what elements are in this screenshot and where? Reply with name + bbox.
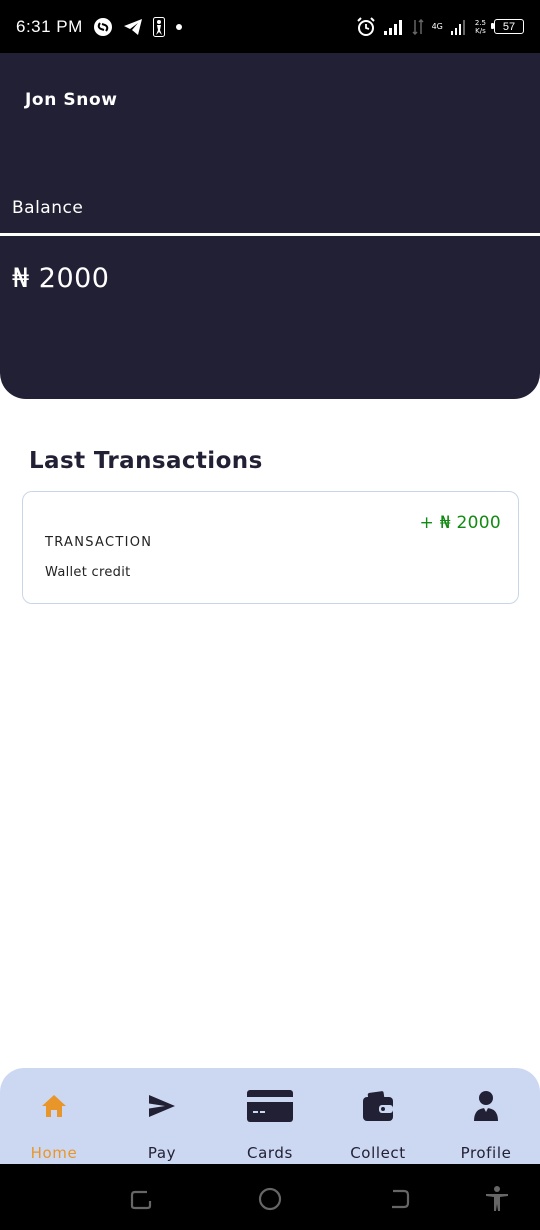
nav-label-profile: Profile bbox=[460, 1144, 512, 1162]
nav-item-collect[interactable]: Collect bbox=[324, 1068, 432, 1164]
speed-value: 2.5 bbox=[474, 18, 486, 27]
battery-level: 57 bbox=[502, 20, 516, 33]
nav-item-pay[interactable]: Pay bbox=[108, 1068, 216, 1164]
nba-icon bbox=[152, 16, 165, 37]
dot-icon bbox=[175, 23, 183, 31]
speed-unit: K/s bbox=[475, 26, 486, 35]
recents-icon[interactable] bbox=[126, 1184, 156, 1214]
transaction-amount: + ₦ 2000 bbox=[419, 513, 501, 533]
status-time: 6:31 PM bbox=[16, 16, 83, 36]
shazam-icon bbox=[93, 17, 113, 37]
signal-2-icon bbox=[450, 19, 467, 35]
transaction-description: Wallet credit bbox=[45, 565, 131, 580]
nav-label-cards: Cards bbox=[247, 1144, 293, 1162]
card-icon bbox=[246, 1090, 294, 1122]
accessibility-icon[interactable] bbox=[482, 1184, 512, 1214]
home-icon bbox=[40, 1090, 68, 1122]
alarm-icon bbox=[356, 16, 376, 37]
status-bar: 6:31 PM 4G 2.5 K/s 57 bbox=[0, 0, 540, 53]
home-circle-icon[interactable] bbox=[255, 1184, 285, 1214]
nav-label-collect: Collect bbox=[350, 1144, 406, 1162]
balance-label: Balance bbox=[12, 198, 84, 218]
wallet-icon bbox=[362, 1090, 394, 1122]
nav-label-pay: Pay bbox=[147, 1144, 177, 1162]
balance-value: ₦ 2000 bbox=[12, 263, 110, 294]
network-type: 4G bbox=[431, 21, 443, 31]
system-nav-bar bbox=[0, 1164, 540, 1230]
nav-item-home[interactable]: Home bbox=[0, 1068, 108, 1164]
user-name: Jon Snow bbox=[25, 90, 118, 110]
transaction-card[interactable]: + ₦ 2000 TRANSACTION Wallet credit bbox=[22, 491, 519, 604]
signal-icon bbox=[383, 19, 404, 35]
data-icon bbox=[412, 18, 424, 35]
transaction-type: TRANSACTION bbox=[45, 535, 153, 550]
nav-item-cards[interactable]: Cards bbox=[216, 1068, 324, 1164]
network-speed: 2.5 K/s bbox=[475, 19, 486, 35]
profile-icon bbox=[472, 1090, 500, 1122]
telegram-icon bbox=[123, 18, 143, 36]
balance-header: Jon Snow Balance ₦ 2000 bbox=[0, 53, 540, 399]
send-icon bbox=[147, 1090, 177, 1122]
bottom-nav: Home Pay Cards Collect Profile bbox=[0, 1068, 540, 1164]
header-divider bbox=[0, 233, 540, 236]
back-icon[interactable] bbox=[384, 1184, 414, 1214]
nav-item-profile[interactable]: Profile bbox=[432, 1068, 540, 1164]
transactions-title: Last Transactions bbox=[29, 448, 263, 474]
nav-label-home: Home bbox=[30, 1144, 78, 1162]
battery-icon: 57 bbox=[491, 19, 524, 34]
